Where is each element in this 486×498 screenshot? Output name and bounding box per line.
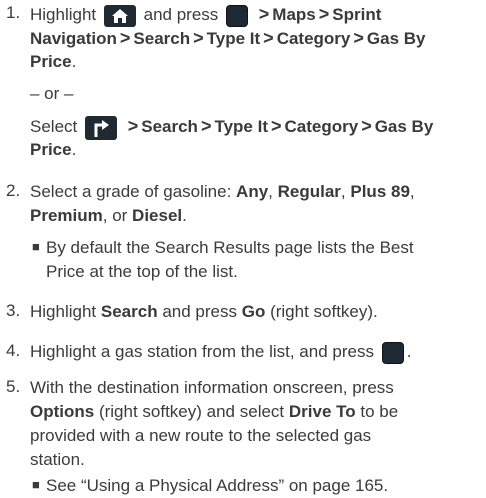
bullet-icon: ■ xyxy=(32,477,40,492)
drive-to-label: Drive To xyxy=(288,402,356,421)
step-1-alt-line-1: Select > Search > Type It > Category > Gas By xyxy=(30,114,480,140)
grade-premium: Premium xyxy=(30,206,103,225)
note-line: By default the Search Results page lists… xyxy=(46,238,414,257)
menu-item-search: Search xyxy=(133,29,191,48)
menu-item-price: Price xyxy=(30,52,72,71)
menu-item-category: Category xyxy=(284,117,359,136)
step-text: Select a grade of gasoline: xyxy=(30,182,232,201)
search-label: Search xyxy=(100,302,158,321)
navigate-turn-icon xyxy=(84,115,117,140)
note-line: See “Using a Physical Address” on page 1… xyxy=(46,476,389,495)
step-5-line-2: Options (right softkey) and select Drive… xyxy=(30,400,480,424)
separator: > xyxy=(353,28,364,48)
menu-item-type-it: Type It xyxy=(214,117,268,136)
step-text: . xyxy=(182,206,187,225)
step-text: Highlight xyxy=(30,5,97,24)
grade-any: Any xyxy=(236,182,269,201)
step-number: 3. xyxy=(6,301,21,320)
step-text: . xyxy=(71,52,77,71)
or-divider: – or – xyxy=(30,82,480,106)
step-1-line-3: Price. xyxy=(30,50,480,74)
step-body: Select a grade of gasoline: Any, Regular… xyxy=(30,180,480,284)
instruction-page: 1. Highlight and press > Maps > Sprint Navi… xyxy=(0,0,486,495)
menu-item-price: Price xyxy=(30,140,72,159)
grade-plus-89: Plus 89 xyxy=(350,182,410,201)
go-label: Go xyxy=(241,302,266,321)
step-1-line-2: Navigation > Search > Type It > Category > Gas B… xyxy=(30,26,480,50)
separator: > xyxy=(200,116,212,136)
separator: > xyxy=(361,116,372,136)
step-number: 5. xyxy=(6,377,21,396)
step-text: , or xyxy=(102,206,128,225)
step-5-line-4: station. xyxy=(30,450,85,469)
step-body: With the destination information onscree… xyxy=(30,376,480,498)
step-5-note: ■ See “Using a Physical Address” on page… xyxy=(30,474,480,498)
step-number: 4. xyxy=(6,341,21,360)
step-text: . xyxy=(406,342,412,361)
menu-item-sprint: Sprint xyxy=(332,5,382,24)
menu-key-icon xyxy=(226,4,249,27)
step-number: 1. xyxy=(6,3,21,22)
step-text: (right softkey). xyxy=(270,302,378,321)
separator: > xyxy=(258,4,270,24)
note-line: Price at the top of the list. xyxy=(46,262,238,281)
menu-item-type-it: Type It xyxy=(206,29,261,48)
step-2-line-2: Premium, or Diesel. xyxy=(30,204,480,228)
separator: > xyxy=(127,116,139,136)
separator: > xyxy=(270,116,282,136)
menu-item-search: Search xyxy=(141,117,198,136)
step-4-line-1: Highlight a gas station from the list, a… xyxy=(30,340,480,364)
or-text: – or – xyxy=(30,84,74,103)
options-label: Options xyxy=(30,402,95,421)
separator: > xyxy=(263,28,274,48)
step-number: 2. xyxy=(6,181,21,200)
step-text: to be xyxy=(360,402,399,421)
menu-item-category: Category xyxy=(276,29,351,48)
step-5-line-1: With the destination information onscree… xyxy=(30,378,394,397)
step-body: Highlight a gas station from the list, a… xyxy=(30,340,480,364)
bullet-icon: ■ xyxy=(32,239,40,254)
grade-diesel: Diesel xyxy=(132,206,183,225)
menu-item-gas-by: Gas By xyxy=(366,29,426,48)
step-text: Highlight a gas station from the list, a… xyxy=(30,342,374,361)
step-2-line-1: Select a grade of gasoline: Any, Regular… xyxy=(30,182,415,201)
step-3-line-1: Highlight Search and press Go (right sof… xyxy=(30,300,480,324)
step-text: Highlight xyxy=(30,302,97,321)
step-1-line-1: Highlight and press > Maps > Sprint xyxy=(30,2,480,27)
separator: > xyxy=(193,28,204,48)
home-icon xyxy=(103,4,136,27)
separator: > xyxy=(119,28,131,48)
step-text: Select xyxy=(30,117,78,136)
step-text: (right softkey) and select xyxy=(98,402,285,421)
menu-item-maps: Maps xyxy=(272,5,316,24)
step-text: and press xyxy=(143,5,219,24)
step-1-alt-line-2: Price. xyxy=(30,138,480,162)
ok-key-icon xyxy=(381,341,404,364)
step-body: Highlight Search and press Go (right sof… xyxy=(30,300,480,324)
menu-item-navigation: Navigation xyxy=(30,29,117,48)
step-5-line-3: provided with a new route to the selecte… xyxy=(30,426,372,445)
step-2-note: ■ By default the Search Results page lis… xyxy=(30,236,480,284)
step-text: and press xyxy=(162,302,237,321)
grade-regular: Regular xyxy=(277,182,341,201)
step-text: . xyxy=(71,140,77,159)
separator: > xyxy=(318,4,330,24)
menu-item-gas-by: Gas By xyxy=(374,117,434,136)
step-body: Highlight and press > Maps > Sprint Navigat… xyxy=(30,2,480,162)
